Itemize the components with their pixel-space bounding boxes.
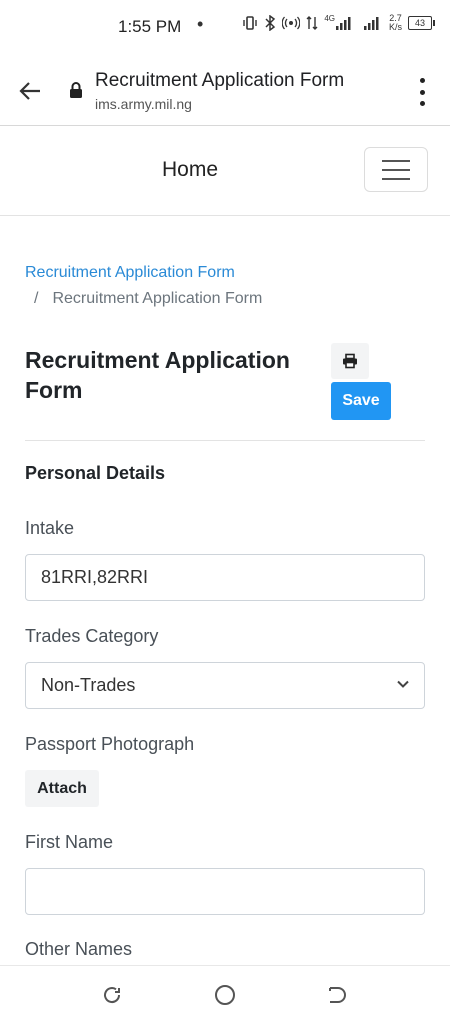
trades-category-label: Trades Category <box>25 626 159 646</box>
back-button[interactable] <box>14 76 46 106</box>
breadcrumb-current-label: Recruitment Application Form <box>52 290 263 307</box>
divider <box>25 440 425 441</box>
form-title: Recruitment Application Form <box>25 347 290 403</box>
intake-input[interactable]: 81RRI,82RRI <box>25 554 425 601</box>
status-dot: • <box>197 14 204 34</box>
breadcrumb-current: / Recruitment Application Form <box>34 290 262 308</box>
intake-value: 81RRI,82RRI <box>41 567 149 587</box>
status-bar: 1:55 PM • 4G 2.7 K/s 43 <box>0 0 450 56</box>
intake-label: Intake <box>25 518 75 538</box>
speed-unit: K/s <box>388 22 402 32</box>
network-type: 4G <box>324 14 335 23</box>
signal-icon-2 <box>363 17 379 30</box>
first-name-label: First Name <box>25 832 114 852</box>
home-circle-icon[interactable] <box>214 984 236 1006</box>
hotspot-icon <box>282 16 301 30</box>
network-speed: 2.7 K/s <box>389 14 402 32</box>
menu-dot-icon <box>419 101 425 106</box>
passport-photo-label: Passport Photograph <box>25 734 195 754</box>
navbar-toggle-button[interactable] <box>364 147 428 192</box>
navbar-brand-home[interactable]: Home <box>162 158 218 182</box>
hamburger-line-icon <box>382 159 410 162</box>
save-button[interactable]: Save <box>331 382 391 420</box>
arrow-left-icon <box>19 82 40 100</box>
menu-dot-icon <box>419 78 425 83</box>
back-nav-icon[interactable] <box>326 984 348 1006</box>
breadcrumb-separator: / <box>34 290 39 307</box>
printer-icon <box>343 353 357 369</box>
lock-icon <box>70 82 82 98</box>
recent-apps-icon[interactable] <box>101 984 123 1006</box>
site-navbar: Home <box>0 126 450 216</box>
bluetooth-icon <box>265 15 276 31</box>
hamburger-line-icon <box>382 168 410 171</box>
battery-icon: 43 <box>408 16 435 30</box>
other-names-label: Other Names <box>25 939 133 959</box>
section-title-personal-details: Personal Details <box>25 463 166 483</box>
status-icons: 4G 2.7 K/s 43 <box>242 14 435 32</box>
chevron-down-icon <box>397 680 409 688</box>
attach-button[interactable]: Attach <box>25 770 99 807</box>
print-button[interactable] <box>331 343 369 379</box>
breadcrumb-link[interactable]: Recruitment Application Form <box>25 264 235 282</box>
vibrate-icon <box>243 16 258 30</box>
android-nav-bar <box>0 965 450 1025</box>
data-transfer-icon <box>306 16 318 30</box>
trades-category-select[interactable]: Non-Trades <box>25 662 425 709</box>
overflow-menu-button[interactable] <box>412 78 432 106</box>
hamburger-line-icon <box>382 177 410 180</box>
signal-icon <box>335 17 351 30</box>
status-time: 1:55 PM <box>118 17 182 36</box>
browser-page-title[interactable]: Recruitment Application Form <box>95 70 344 92</box>
browser-toolbar: Recruitment Application Form ims.army.mi… <box>0 56 450 126</box>
menu-dot-icon <box>419 89 425 95</box>
trades-category-value: Non-Trades <box>41 675 136 695</box>
browser-url[interactable]: ims.army.mil.ng <box>95 96 192 112</box>
first-name-input[interactable] <box>25 868 425 915</box>
